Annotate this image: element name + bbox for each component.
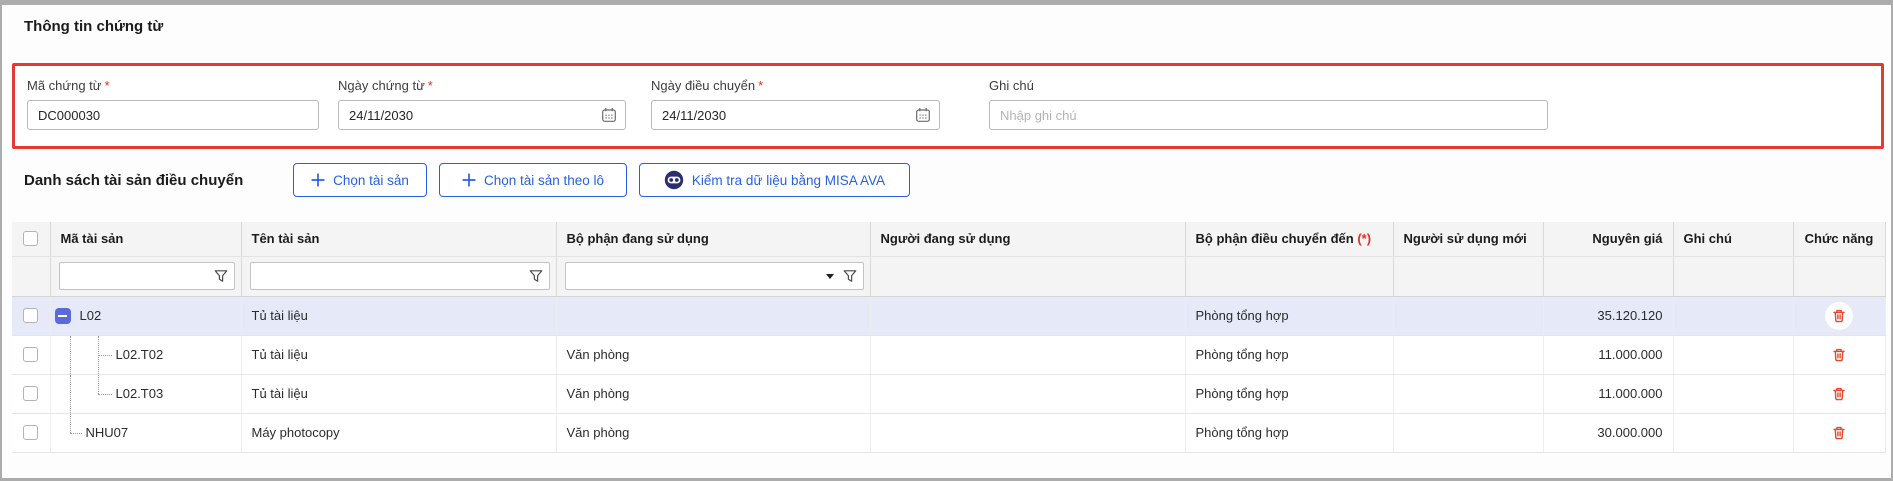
asset-code: L02.T03: [116, 386, 164, 401]
row-checkbox[interactable]: [23, 347, 38, 362]
delete-row-button[interactable]: [1825, 302, 1853, 330]
document-date-field: Ngày chứng từ*: [338, 78, 626, 130]
col-dept-current: Bộ phận đang sử dụng: [556, 222, 870, 256]
check-data-misa-ava-button[interactable]: Kiểm tra dữ liệu bằng MISA AVA: [639, 163, 910, 197]
dept-current: Văn phòng: [556, 413, 870, 452]
dept-target: Phòng tổng hợp: [1185, 296, 1393, 335]
original-cost: 35.120.120: [1543, 296, 1673, 335]
note-field: Ghi chú: [989, 78, 1548, 130]
collapse-toggle-icon[interactable]: [55, 308, 71, 324]
note-cell: [1673, 413, 1793, 452]
filter-asset-name-input[interactable]: [250, 262, 550, 290]
delete-row-button[interactable]: [1825, 380, 1853, 408]
dept-current: Văn phòng: [556, 335, 870, 374]
calendar-icon[interactable]: [601, 107, 617, 123]
row-checkbox[interactable]: [23, 308, 38, 323]
user-new: [1393, 335, 1543, 374]
filter-dept-current-select[interactable]: [565, 262, 864, 290]
chevron-down-icon[interactable]: [826, 274, 834, 279]
original-cost: 11.000.000: [1543, 374, 1673, 413]
asset-name: Tủ tài liệu: [241, 374, 556, 413]
col-asset-code: Mã tài sản: [50, 222, 241, 256]
document-info-title: Thông tin chứng từ: [24, 18, 163, 35]
select-all-checkbox[interactable]: [23, 231, 38, 246]
asset-code: NHU07: [86, 425, 129, 440]
user-current: [870, 413, 1185, 452]
user-new: [1393, 296, 1543, 335]
table-row: NHU07 Máy photocopy Văn phòng Phòng tổng…: [12, 413, 1885, 452]
document-code-input[interactable]: [27, 100, 319, 130]
asset-code: L02: [80, 308, 102, 323]
document-code-field: Mã chứng từ*: [27, 78, 319, 130]
select-asset-by-batch-button[interactable]: Chọn tài sản theo lô: [439, 163, 627, 197]
dept-current: [556, 296, 870, 335]
col-user-current: Người đang sử dụng: [870, 222, 1185, 256]
dept-target: Phòng tổng hợp: [1185, 374, 1393, 413]
transfer-document-panel: Thông tin chứng từ Mã chứng từ* Ngày chứ…: [0, 0, 1893, 481]
document-date-label: Ngày chứng từ*: [338, 78, 626, 93]
filter-funnel-icon[interactable]: [214, 269, 228, 283]
delete-row-button[interactable]: [1825, 341, 1853, 369]
table-filter-row: [12, 256, 1885, 296]
row-checkbox[interactable]: [23, 425, 38, 440]
asset-name: Máy photocopy: [241, 413, 556, 452]
dept-target: Phòng tổng hợp: [1185, 413, 1393, 452]
trash-icon: [1831, 386, 1847, 402]
col-note: Ghi chú: [1673, 222, 1793, 256]
table-header-row: Mã tài sản Tên tài sản Bộ phận đang sử d…: [12, 222, 1885, 256]
user-current: [870, 335, 1185, 374]
dept-current: Văn phòng: [556, 374, 870, 413]
col-original-cost: Nguyên giá: [1543, 222, 1673, 256]
col-dept-target: Bộ phận điều chuyển đến (*): [1185, 222, 1393, 256]
delete-row-button[interactable]: [1825, 419, 1853, 447]
note-cell: [1673, 374, 1793, 413]
original-cost: 11.000.000: [1543, 335, 1673, 374]
dept-target: Phòng tổng hợp: [1185, 335, 1393, 374]
transfer-date-label: Ngày điều chuyển*: [651, 78, 940, 93]
required-asterisk: *: [758, 78, 763, 93]
table-row: L02 Tủ tài liệu Phòng tổng hợp 35.120.12…: [12, 296, 1885, 335]
plus-icon: [462, 173, 476, 187]
asset-code: L02.T02: [116, 347, 164, 362]
trash-icon: [1831, 347, 1847, 363]
trash-icon: [1831, 425, 1847, 441]
required-asterisk: *: [428, 78, 433, 93]
col-actions: Chức năng: [1793, 222, 1885, 256]
asset-name: Tủ tài liệu: [241, 335, 556, 374]
filter-funnel-icon[interactable]: [843, 269, 857, 283]
document-date-input[interactable]: [338, 100, 626, 130]
original-cost: 30.000.000: [1543, 413, 1673, 452]
row-checkbox[interactable]: [23, 386, 38, 401]
transfer-date-field: Ngày điều chuyển*: [651, 78, 940, 130]
note-input[interactable]: [989, 100, 1548, 130]
select-asset-button[interactable]: Chọn tài sản: [293, 163, 427, 197]
document-code-label: Mã chứng từ*: [27, 78, 319, 93]
user-new: [1393, 413, 1543, 452]
note-cell: [1673, 296, 1793, 335]
user-new: [1393, 374, 1543, 413]
note-label: Ghi chú: [989, 78, 1548, 93]
user-current: [870, 374, 1185, 413]
col-user-new: Người sử dụng mới: [1393, 222, 1543, 256]
transfer-date-input[interactable]: [651, 100, 940, 130]
table-row: L02.T03 Tủ tài liệu Văn phòng Phòng tổng…: [12, 374, 1885, 413]
required-suffix: (*): [1357, 231, 1371, 246]
trash-icon: [1831, 308, 1847, 324]
asset-transfer-table: Mã tài sản Tên tài sản Bộ phận đang sử d…: [12, 222, 1886, 453]
asset-list-title: Danh sách tài sản điều chuyển: [24, 172, 243, 189]
note-cell: [1673, 335, 1793, 374]
filter-funnel-icon[interactable]: [529, 269, 543, 283]
calendar-icon[interactable]: [915, 107, 931, 123]
table-row: L02.T02 Tủ tài liệu Văn phòng Phòng tổng…: [12, 335, 1885, 374]
required-asterisk: *: [105, 78, 110, 93]
asset-name: Tủ tài liệu: [241, 296, 556, 335]
user-current: [870, 296, 1185, 335]
document-info-form-highlight: Mã chứng từ* Ngày chứng từ* Ngày điều ch…: [12, 63, 1884, 149]
misa-ava-icon: [664, 170, 684, 190]
filter-asset-code-input[interactable]: [59, 262, 235, 290]
plus-icon: [311, 173, 325, 187]
col-asset-name: Tên tài sản: [241, 222, 556, 256]
